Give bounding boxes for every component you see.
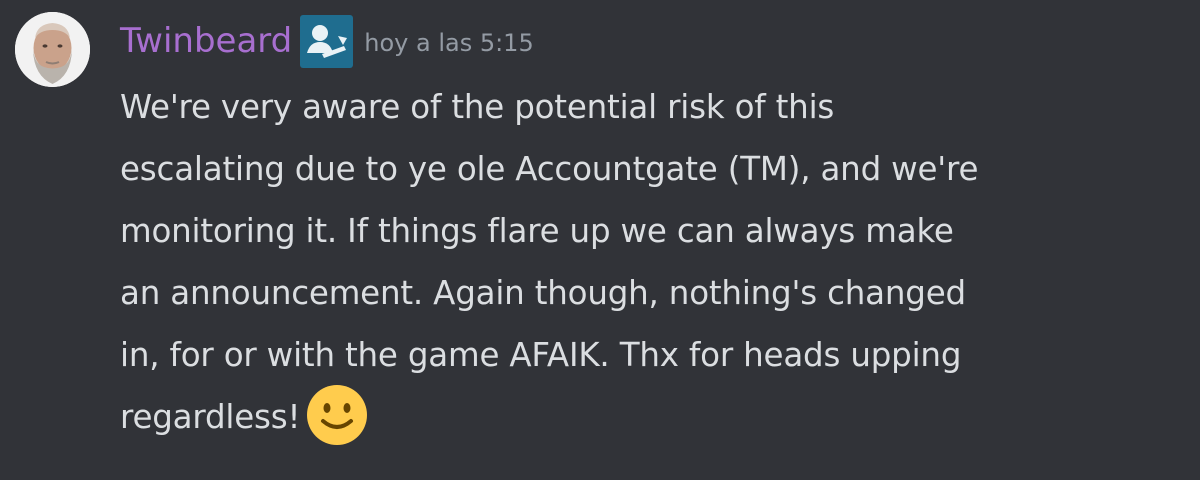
role-icon-graphic — [307, 24, 348, 58]
emoji-graphic — [307, 385, 368, 445]
message-content: We're very aware of the potential risk o… — [120, 76, 1160, 448]
person-role-icon[interactable] — [300, 14, 354, 68]
chat-message: Twinbeard hoy a las 5:15 We're very awar… — [0, 0, 1200, 480]
message-line: escalating due to ye ole Accountgate (TM… — [120, 150, 979, 188]
avatar[interactable] — [15, 12, 90, 87]
message-line: monitoring it. If things flare up we can… — [120, 212, 954, 250]
message-last-line: regardless! — [120, 384, 1160, 448]
message-header: Twinbeard hoy a las 5:15 — [120, 12, 534, 70]
message-timestamp[interactable]: hoy a las 5:15 — [364, 14, 533, 72]
message-line: We're very aware of the potential risk o… — [120, 88, 835, 126]
author-name[interactable]: Twinbeard — [120, 12, 292, 70]
slightly-smiling-face-emoji-icon[interactable] — [306, 384, 368, 446]
message-line: regardless! — [120, 398, 301, 436]
bearded-man-avatar-icon — [15, 12, 90, 87]
message-line: in, for or with the game AFAIK. Thx for … — [120, 336, 962, 374]
message-line: an announcement. Again though, nothing's… — [120, 274, 966, 312]
